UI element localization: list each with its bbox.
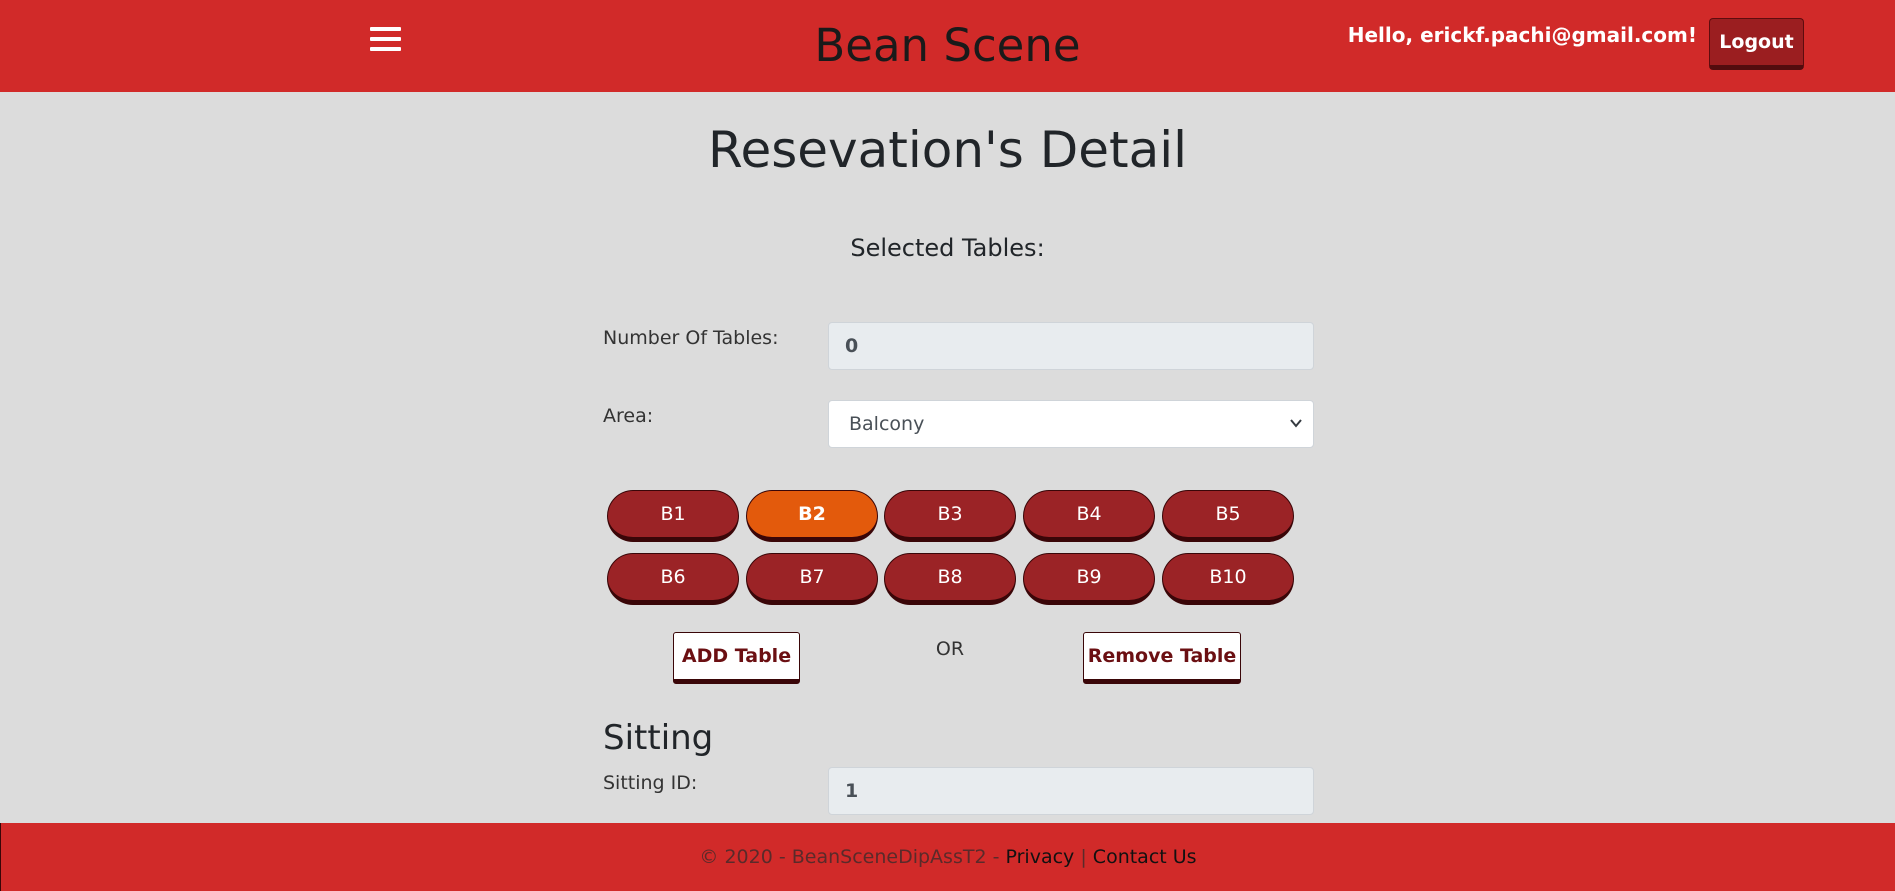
footer-separator: | [1080, 846, 1087, 868]
user-greeting[interactable]: Hello, erickf.pachi@gmail.com! [1348, 22, 1697, 48]
page-title: Resevation's Detail [707, 121, 1188, 179]
footer-copyright: © 2020 - BeanSceneDipAssT2 - [699, 846, 1000, 868]
table-button-b4[interactable]: B4 [1023, 490, 1155, 542]
remove-table-button[interactable]: Remove Table [1083, 632, 1241, 684]
table-button-b7[interactable]: B7 [746, 553, 878, 605]
table-button-b10[interactable]: B10 [1162, 553, 1294, 605]
area-label: Area: [603, 405, 654, 427]
contact-us-link[interactable]: Contact Us [1093, 846, 1197, 868]
or-label: OR [935, 638, 965, 660]
number-of-tables-field[interactable]: 0 [828, 322, 1314, 370]
footer: © 2020 - BeanSceneDipAssT2 - Privacy | C… [0, 823, 1895, 891]
sitting-id-label: Sitting ID: [603, 772, 698, 794]
sitting-id-field[interactable]: 1 [828, 767, 1314, 815]
logout-button[interactable]: Logout [1709, 18, 1804, 70]
sitting-section-title: Sitting [603, 718, 714, 758]
table-button-b9[interactable]: B9 [1023, 553, 1155, 605]
chevron-down-icon [1290, 419, 1302, 428]
selected-tables-label: Selected Tables: [850, 234, 1045, 262]
brand-title[interactable]: Bean Scene [814, 19, 1080, 72]
number-of-tables-label: Number Of Tables: [603, 327, 779, 349]
area-select[interactable]: Balcony [828, 400, 1314, 448]
table-button-b5[interactable]: B5 [1162, 490, 1294, 542]
area-selected-value: Balcony [849, 413, 925, 435]
table-button-b3[interactable]: B3 [884, 490, 1016, 542]
table-button-b8[interactable]: B8 [884, 553, 1016, 605]
add-table-button[interactable]: ADD Table [673, 632, 800, 684]
privacy-link[interactable]: Privacy [1006, 846, 1075, 868]
top-navbar: Bean Scene Hello, erickf.pachi@gmail.com… [0, 0, 1895, 92]
table-button-b6[interactable]: B6 [607, 553, 739, 605]
table-button-b1[interactable]: B1 [607, 490, 739, 542]
table-button-b2[interactable]: B2 [746, 490, 878, 542]
